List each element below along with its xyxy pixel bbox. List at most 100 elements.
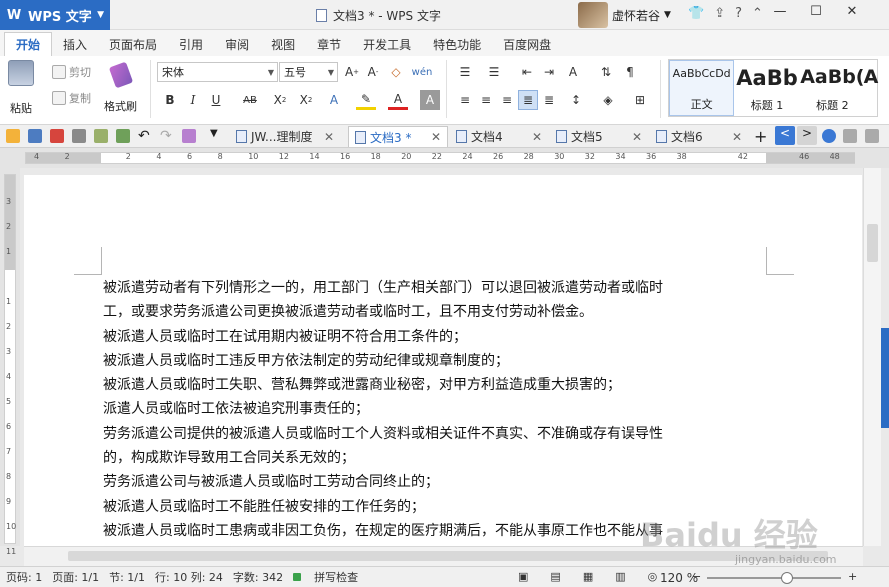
zoom-out-icon[interactable]: − — [692, 570, 701, 583]
avatar[interactable] — [578, 2, 608, 28]
view-icon[interactable]: ▣ — [518, 570, 528, 583]
export-pdf-icon[interactable] — [50, 129, 64, 143]
paragraph-line[interactable]: 工，或要求劳务派遣公司更换被派遣劳动者或临时工，且不用支付劳动补偿金。 — [103, 300, 773, 324]
status-row-col[interactable]: 行: 10 列: 24 — [155, 569, 223, 585]
spell-check-icon[interactable] — [116, 129, 130, 143]
char-shading-icon[interactable]: A — [420, 90, 440, 110]
document-tab[interactable]: 文档5 ✕ — [550, 126, 648, 147]
decrease-indent-icon[interactable]: ⇤ — [517, 62, 537, 82]
font-size-select[interactable]: 五号 ▼ — [279, 62, 338, 82]
vertical-scrollbar[interactable] — [863, 168, 881, 546]
paragraph-line[interactable]: 劳务派遣公司与被派遣人员或临时工劳动合同终止的； — [103, 470, 773, 494]
save-icon[interactable] — [28, 129, 42, 143]
close-tab-icon[interactable]: ✕ — [532, 130, 542, 144]
user-name[interactable]: 虚怀若谷 — [612, 7, 660, 24]
copy-button[interactable]: 复制 — [52, 88, 91, 108]
paragraph-line[interactable]: 被派遣人员或临时工在试用期内被证明不符合用工条件的； — [103, 325, 773, 349]
print-preview-icon[interactable] — [94, 129, 108, 143]
close-tab-icon[interactable]: ✕ — [431, 130, 441, 144]
style-item[interactable]: AaBb(标题 2 — [800, 60, 865, 116]
status-pages[interactable]: 页面: 1/1 — [52, 569, 99, 585]
zoom-in-icon[interactable]: + — [848, 570, 857, 583]
status-words[interactable]: 字数: 342 — [233, 569, 283, 585]
tab-next-icon[interactable]: > — [797, 126, 817, 145]
paragraph-line[interactable]: 派遣人员或临时工依法被追究刑事责任的； — [103, 397, 773, 421]
document-tab[interactable]: 文档3 * ✕ — [348, 126, 448, 147]
chevron-down-icon[interactable]: ▼ — [210, 128, 224, 142]
undo-icon[interactable]: ↶ — [138, 128, 152, 144]
shrink-font-button[interactable]: A- — [363, 62, 383, 82]
side-panel-toggle[interactable] — [881, 328, 889, 428]
style-item[interactable]: AaBbCcDd 正文 — [669, 60, 735, 116]
zoom-knob[interactable] — [781, 572, 794, 584]
minimize-button[interactable]: — — [762, 4, 798, 19]
paragraph-line[interactable]: 被派遣人员或临时工违反甲方依法制定的劳动纪律或规章制度的； — [103, 349, 773, 373]
new-tab-icon[interactable]: + — [754, 127, 768, 146]
horizontal-ruler[interactable]: 4 2 2 4 6 8 10 12 14 16 18 20 22 24 26 28 30 32 34 36 38 42 46… — [0, 148, 889, 168]
paste-button[interactable]: 粘贴 — [8, 60, 34, 116]
close-button[interactable]: ✕ — [834, 4, 870, 19]
subscript-button[interactable]: X2 — [296, 90, 316, 110]
vertical-ruler[interactable]: 321123456789101112 — [0, 168, 20, 581]
zoom-slider[interactable] — [707, 572, 841, 584]
paragraph-line[interactable]: 劳务派遣公司提供的被派遣人员或临时工个人资料或相关证件不真实、不准确或存有误导性 — [103, 422, 773, 446]
format-painter-icon[interactable] — [182, 129, 196, 143]
strikethrough-button[interactable]: AB — [240, 90, 260, 110]
share-icon[interactable]: ⇪ — [714, 6, 725, 21]
ribbon-tab[interactable]: 引用 — [168, 32, 214, 56]
align-center-icon[interactable]: ≡ — [476, 90, 496, 110]
ribbon-tab[interactable]: 章节 — [306, 32, 352, 56]
document-tab[interactable]: 文档4 ✕ — [450, 126, 548, 147]
style-item[interactable]: AaBb 标题 1 — [734, 60, 799, 116]
tab-prev-icon[interactable]: < — [775, 126, 795, 145]
ribbon-tab[interactable]: 审阅 — [214, 32, 260, 56]
view-icon[interactable]: ◎ — [648, 570, 658, 583]
bullet-list-icon[interactable]: ☰ — [455, 62, 475, 82]
style-item[interactable]: A — [864, 60, 879, 116]
text-effect-icon[interactable]: A — [324, 90, 344, 110]
cloud-icon[interactable] — [822, 129, 836, 143]
bold-button[interactable]: B — [160, 90, 180, 110]
superscript-button[interactable]: X2 — [270, 90, 290, 110]
font-name-select[interactable]: 宋体 ▼ — [157, 62, 278, 82]
distribute-icon[interactable]: ≣ — [539, 90, 559, 110]
ribbon-tab[interactable]: 特色功能 — [422, 32, 492, 56]
clear-format-icon[interactable]: ◇ — [386, 62, 406, 82]
shading-icon[interactable]: ◈ — [598, 90, 618, 110]
highlight-icon[interactable]: ✎ — [356, 90, 376, 110]
document-tab[interactable]: 文档6 ✕ — [650, 126, 748, 147]
doc-manage-icon[interactable] — [865, 129, 879, 143]
ribbon-tab[interactable]: 页面布局 — [98, 32, 168, 56]
close-tab-icon[interactable]: ✕ — [632, 130, 642, 144]
skin-icon[interactable]: 👕 — [688, 6, 704, 21]
status-page[interactable]: 页码: 1 — [6, 569, 42, 585]
italic-button[interactable]: I — [183, 90, 203, 110]
user-account[interactable]: 虚怀若谷 ▼ — [578, 2, 671, 28]
align-left-icon[interactable]: ≡ — [455, 90, 475, 110]
justify-icon[interactable]: ≣ — [518, 90, 538, 110]
ribbon-tab[interactable]: 开发工具 — [352, 32, 422, 56]
ribbon-tab[interactable]: 开始 — [4, 32, 53, 56]
numbered-list-icon[interactable]: ☰ — [484, 62, 504, 82]
underline-button[interactable]: U — [206, 90, 226, 110]
char-scaling-icon[interactable]: A — [563, 62, 583, 82]
help-icon[interactable]: ? — [735, 6, 742, 21]
show-marks-icon[interactable]: ¶ — [620, 62, 640, 82]
scroll-thumb[interactable] — [867, 224, 878, 262]
close-tab-icon[interactable]: ✕ — [732, 130, 742, 144]
print-icon[interactable] — [72, 129, 86, 143]
spell-check-toggle[interactable]: 拼写检查 — [293, 569, 368, 585]
open-icon[interactable] — [6, 129, 20, 143]
close-tab-icon[interactable]: ✕ — [324, 130, 334, 144]
increase-indent-icon[interactable]: ⇥ — [539, 62, 559, 82]
paragraph-line[interactable]: 被派遣劳动者有下列情形之一的，用工部门（生产相关部门）可以退回被派遣劳动者或临时 — [103, 276, 773, 300]
document-body[interactable]: 被派遣劳动者有下列情形之一的，用工部门（生产相关部门）可以退回被派遣劳动者或临时… — [103, 276, 773, 543]
sort-icon[interactable]: ⇅ — [596, 62, 616, 82]
border-icon[interactable]: ⊞ — [630, 90, 650, 110]
document-tab[interactable]: JW...理制度 ✕ — [230, 126, 340, 147]
font-color-icon[interactable]: A — [388, 90, 408, 110]
paragraph-line[interactable]: 的，构成欺诈导致用工合同关系无效的； — [103, 446, 773, 470]
ribbon-tab[interactable]: 视图 — [260, 32, 306, 56]
cut-button[interactable]: 剪切 — [52, 62, 91, 82]
status-section[interactable]: 节: 1/1 — [109, 569, 145, 585]
